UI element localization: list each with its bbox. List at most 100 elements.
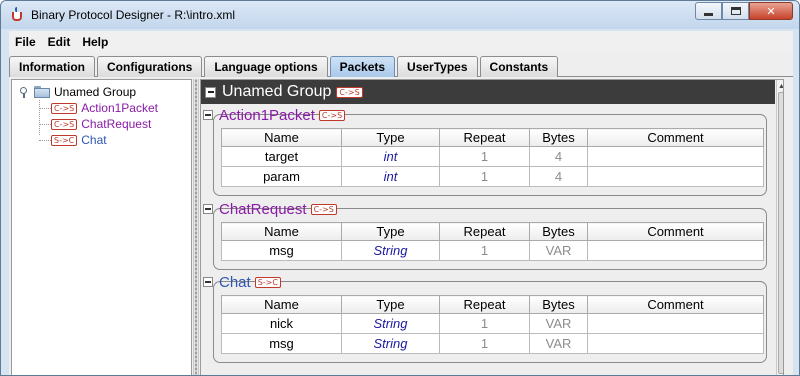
fields-table: Name Type Repeat Bytes Comment nick Stri…	[221, 295, 764, 354]
tab-packets[interactable]: Packets	[329, 56, 396, 77]
field-repeat-cell[interactable]: 1	[439, 240, 530, 261]
packet-name[interactable]: Chat	[219, 274, 251, 291]
tree-item-chatrequest[interactable]: C->S ChatRequest	[39, 116, 151, 132]
field-name-cell[interactable]: nick	[221, 313, 342, 334]
column-header-name[interactable]: Name	[221, 295, 342, 314]
field-repeat-cell[interactable]: 1	[439, 333, 530, 354]
packet-tree: Unamed Group C->S Action1Packet C->S Cha…	[11, 79, 192, 375]
client-to-server-icon: C->S	[310, 203, 337, 215]
title-bar[interactable]: Binary Protocol Designer - R:\intro.xml …	[1, 1, 799, 29]
fields-table: Name Type Repeat Bytes Comment msg Strin…	[221, 222, 764, 261]
column-header-bytes[interactable]: Bytes	[529, 128, 588, 147]
fields-table: Name Type Repeat Bytes Comment target in…	[221, 128, 764, 187]
column-header-type[interactable]: Type	[341, 222, 440, 241]
tab-usertypes[interactable]: UserTypes	[397, 56, 478, 77]
field-type-cell[interactable]: String	[341, 313, 440, 334]
collapse-packet-button[interactable]	[203, 277, 213, 287]
packet-chat: Chat S->C Name Type Repeat Bytes Comment…	[203, 273, 767, 365]
field-type-cell[interactable]: int	[341, 146, 440, 167]
field-name-cell[interactable]: msg	[221, 333, 342, 354]
client-area: Information Configurations Language opti…	[9, 53, 793, 375]
column-header-bytes[interactable]: Bytes	[529, 295, 588, 314]
field-comment-cell[interactable]	[587, 333, 764, 354]
scrollbar-thumb[interactable]	[778, 92, 783, 374]
minus-icon	[205, 208, 211, 210]
client-to-server-icon: C->S	[318, 109, 346, 121]
client-to-server-icon: C->S	[51, 118, 78, 130]
column-header-repeat[interactable]: Repeat	[439, 222, 530, 241]
column-header-comment[interactable]: Comment	[587, 295, 764, 314]
table-header-row: Name Type Repeat Bytes Comment	[221, 295, 764, 314]
collapse-packet-button[interactable]	[203, 204, 213, 214]
field-name-cell[interactable]: param	[221, 166, 342, 187]
packet-name[interactable]: ChatRequest	[219, 201, 307, 218]
menu-help[interactable]: Help	[76, 35, 114, 49]
server-to-client-icon: S->C	[51, 134, 78, 146]
tree-item-action1packet[interactable]: C->S Action1Packet	[39, 100, 158, 116]
tab-constants[interactable]: Constants	[479, 56, 559, 77]
column-header-type[interactable]: Type	[341, 295, 440, 314]
tree-handle-icon[interactable]	[18, 86, 30, 98]
packet-header: Action1Packet C->S	[203, 106, 346, 124]
collapse-packet-button[interactable]	[203, 110, 213, 120]
table-header-row: Name Type Repeat Bytes Comment	[221, 222, 764, 241]
packet-name[interactable]: Action1Packet	[219, 107, 315, 124]
tree-branch	[39, 139, 51, 141]
minus-icon	[207, 91, 214, 93]
maximize-button[interactable]	[722, 2, 749, 20]
column-header-bytes[interactable]: Bytes	[529, 222, 588, 241]
tree-root-node[interactable]: Unamed Group	[18, 84, 136, 100]
field-comment-cell[interactable]	[587, 146, 764, 167]
table-row[interactable]: msg String 1 VAR	[221, 333, 764, 354]
field-bytes-cell: 4	[529, 146, 588, 167]
tab-language-options[interactable]: Language options	[204, 56, 328, 77]
field-name-cell[interactable]: target	[221, 146, 342, 167]
tree-item-label: Chat	[81, 133, 107, 147]
column-header-type[interactable]: Type	[341, 128, 440, 147]
menu-file[interactable]: File	[9, 35, 42, 49]
close-button[interactable]: ✕	[749, 2, 793, 20]
field-name-cell[interactable]: msg	[221, 240, 342, 261]
minus-icon	[205, 281, 211, 283]
field-repeat-cell[interactable]: 1	[439, 166, 530, 187]
client-to-server-icon: C->S	[336, 86, 363, 98]
column-header-name[interactable]: Name	[221, 128, 342, 147]
tree-root-label: Unamed Group	[54, 85, 137, 99]
field-type-cell[interactable]: String	[341, 333, 440, 354]
field-repeat-cell[interactable]: 1	[439, 146, 530, 167]
column-header-repeat[interactable]: Repeat	[439, 128, 530, 147]
vertical-scrollbar[interactable]: ▲	[776, 80, 783, 375]
field-comment-cell[interactable]	[587, 166, 764, 187]
server-to-client-icon: S->C	[254, 276, 281, 288]
column-header-comment[interactable]: Comment	[587, 128, 764, 147]
field-type-cell[interactable]: int	[341, 166, 440, 187]
java-cup-icon	[9, 7, 25, 23]
tab-information[interactable]: Information	[9, 56, 95, 77]
field-type-cell[interactable]: String	[341, 240, 440, 261]
field-comment-cell[interactable]	[587, 240, 764, 261]
table-row[interactable]: param int 1 4	[221, 166, 764, 187]
minimize-button[interactable]	[695, 2, 722, 20]
packets-panel: Unamed Group C->S Action1Packet C->S Nam…	[200, 79, 784, 375]
column-header-name[interactable]: Name	[221, 222, 342, 241]
menu-edit[interactable]: Edit	[42, 35, 77, 49]
tree-item-label: ChatRequest	[81, 117, 152, 131]
table-row[interactable]: target int 1 4	[221, 146, 764, 167]
packet-action1packet: Action1Packet C->S Name Type Repeat Byte…	[203, 106, 767, 198]
collapse-group-button[interactable]	[205, 86, 216, 98]
table-row[interactable]: nick String 1 VAR	[221, 313, 764, 334]
tree-branch	[39, 107, 51, 109]
maximize-icon	[730, 7, 741, 15]
column-header-comment[interactable]: Comment	[587, 222, 764, 241]
tab-configurations[interactable]: Configurations	[97, 56, 203, 77]
folder-icon	[34, 86, 50, 98]
window-title: Binary Protocol Designer - R:\intro.xml	[31, 8, 236, 22]
table-row[interactable]: msg String 1 VAR	[221, 240, 764, 261]
field-repeat-cell[interactable]: 1	[439, 313, 530, 334]
column-header-repeat[interactable]: Repeat	[439, 295, 530, 314]
split-pane-divider[interactable]	[193, 79, 199, 375]
tree-item-chat[interactable]: S->C Chat	[39, 132, 107, 148]
client-to-server-icon: C->S	[51, 102, 78, 114]
field-comment-cell[interactable]	[587, 313, 764, 334]
scroll-up-icon[interactable]: ▲	[777, 82, 783, 91]
